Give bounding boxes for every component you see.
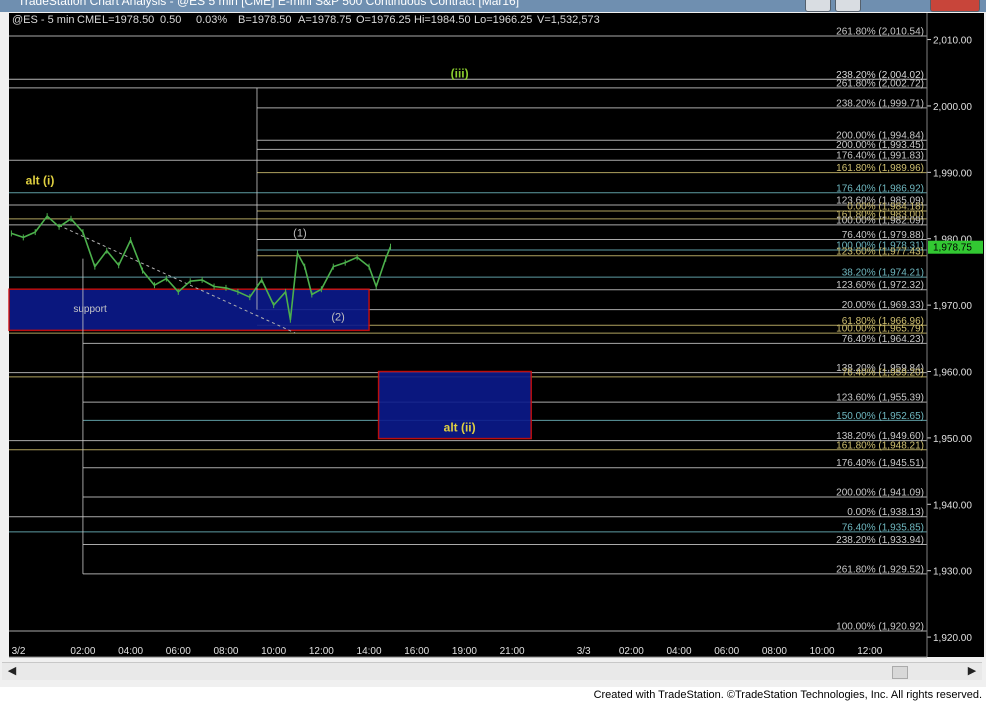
x-tick-label: 06:00 <box>714 646 739 657</box>
header-high: Hi=1984.50 <box>414 14 471 26</box>
fib-label: 123.60% (1,955.39) <box>836 393 924 404</box>
chart-annotation: (1) <box>293 228 306 240</box>
fib-label: 76.40% (1,979.88) <box>842 230 924 241</box>
y-tick-label: 1,970.00 <box>933 301 972 312</box>
fib-label: 150.00% (1,952.65) <box>836 411 924 422</box>
chart-annotation: (iii) <box>451 66 469 80</box>
fib-label: 76.40% (1,935.85) <box>842 522 924 533</box>
fib-label: 261.80% (2,010.54) <box>836 26 924 37</box>
y-tick-label: 1,950.00 <box>933 434 972 445</box>
y-tick-label: 1,920.00 <box>933 633 972 644</box>
fib-label: 161.80% (1,948.21) <box>836 440 924 451</box>
x-tick-label: 19:00 <box>452 646 477 657</box>
header-ask: A=1978.75 <box>298 14 352 26</box>
fib-label: 161.80% (1,989.96) <box>836 163 924 174</box>
fib-label: 261.80% (2,002.72) <box>836 78 924 89</box>
plot-background <box>9 13 927 657</box>
fib-label: 238.20% (1,933.94) <box>836 535 924 546</box>
x-tick-label: 06:00 <box>166 646 191 657</box>
fib-label: 100.00% (1,920.92) <box>836 621 924 632</box>
x-tick-label: 3/3 <box>577 646 591 657</box>
x-tick-label: 3/2 <box>12 646 26 657</box>
x-tick-label: 02:00 <box>619 646 644 657</box>
scroll-left-icon[interactable]: ◀ <box>4 664 20 679</box>
x-tick-label: 21:00 <box>500 646 525 657</box>
fib-label: 123.60% (1,977.43) <box>836 246 924 257</box>
x-tick-label: 12:00 <box>309 646 334 657</box>
header-volume: V=1,532,573 <box>537 14 600 26</box>
header-change: 0.50 <box>160 14 181 26</box>
chart-annotation: alt (i) <box>26 173 55 187</box>
horizontal-scrollbar[interactable]: ◀ ▶ <box>2 662 982 680</box>
x-tick-label: 04:00 <box>667 646 692 657</box>
y-tick-label: 2,010.00 <box>933 36 972 47</box>
fib-label: 38.20% (1,974.21) <box>842 268 924 279</box>
fib-label: 200.00% (1,993.45) <box>836 140 924 151</box>
header-open: O=1976.25 <box>356 14 411 26</box>
y-tick-label: 2,000.00 <box>933 102 972 113</box>
header-exchange: CME <box>77 14 101 26</box>
fib-label: 176.40% (1,986.92) <box>836 183 924 194</box>
x-tick-label: 08:00 <box>762 646 787 657</box>
fib-label: 176.40% (1,945.51) <box>836 458 924 469</box>
header-low: Lo=1966.25 <box>474 14 532 26</box>
window-title-bar: TradeStation Chart Analysis - @ES 5 min … <box>0 0 986 12</box>
x-tick-label: 08:00 <box>213 646 238 657</box>
chart-annotation: (2) <box>331 311 344 323</box>
x-tick-label: 14:00 <box>357 646 382 657</box>
chart-header: @ES - 5 min CME L=1978.50 0.50 0.03% B=1… <box>12 14 600 26</box>
support-box <box>8 288 370 332</box>
chart-annotation: alt (ii) <box>444 420 476 434</box>
fib-label: 76.40% (1,964.23) <box>842 334 924 345</box>
fib-label: 200.00% (1,941.09) <box>836 488 924 499</box>
minimize-button[interactable] <box>805 0 831 12</box>
x-tick-label: 10:00 <box>810 646 835 657</box>
x-tick-label: 16:00 <box>404 646 429 657</box>
fib-label: 238.20% (1,999.71) <box>836 98 924 109</box>
x-tick-label: 02:00 <box>70 646 95 657</box>
x-tick-label: 10:00 <box>261 646 286 657</box>
fib-label: 123.60% (1,972.32) <box>836 280 924 291</box>
fib-label: 20.00% (1,969.33) <box>842 300 924 311</box>
fib-label: 176.40% (1,991.83) <box>836 151 924 162</box>
header-bid: B=1978.50 <box>238 14 292 26</box>
fib-label: 100.00% (1,965.79) <box>836 324 924 335</box>
window-title: TradeStation Chart Analysis - @ES 5 min … <box>18 0 520 8</box>
close-button[interactable] <box>930 0 980 12</box>
last-price-value: 1,978.75 <box>933 243 972 254</box>
header-symbol: @ES - 5 min <box>12 14 75 26</box>
scroll-right-icon[interactable]: ▶ <box>964 664 980 679</box>
x-tick-label: 12:00 <box>857 646 882 657</box>
x-tick-label: 04:00 <box>118 646 143 657</box>
fib-label: 100.00% (1,982.09) <box>836 215 924 226</box>
scroll-thumb[interactable] <box>892 666 908 679</box>
y-tick-label: 1,960.00 <box>933 368 972 379</box>
fib-label: 261.80% (1,929.52) <box>836 564 924 575</box>
y-tick-label: 1,940.00 <box>933 500 972 511</box>
header-last: L=1978.50 <box>102 14 154 26</box>
chart-annotation: support <box>73 304 107 315</box>
chart-area[interactable]: 261.80% (2,010.54)238.20% (2,004.02)261.… <box>0 12 986 687</box>
y-tick-label: 1,930.00 <box>933 567 972 578</box>
copyright-footer: Created with TradeStation. ©TradeStation… <box>593 689 982 701</box>
header-pct: 0.03% <box>196 14 227 26</box>
maximize-button[interactable] <box>835 0 861 12</box>
fib-label: 0.00% (1,938.13) <box>847 507 924 518</box>
fib-label: 76.40% (1,959.20) <box>842 367 924 378</box>
y-tick-label: 1,990.00 <box>933 168 972 179</box>
